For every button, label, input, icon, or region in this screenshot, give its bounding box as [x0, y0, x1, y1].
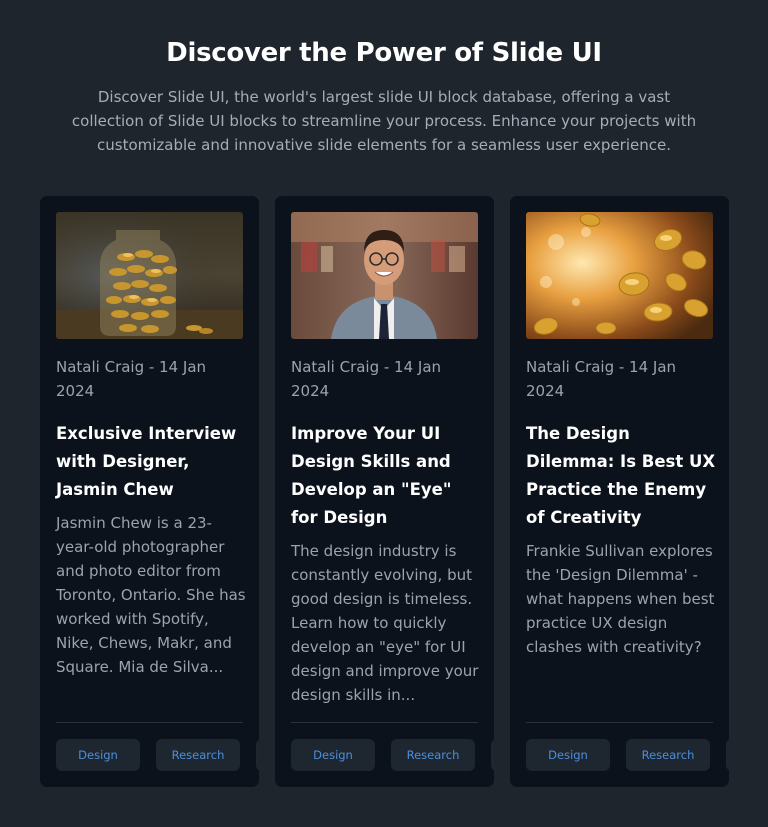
tag-overflow[interactable] [256, 739, 259, 771]
tag-overflow[interactable] [491, 739, 494, 771]
card-excerpt: Jasmin Chew is a 23-year-old photographe… [56, 514, 246, 676]
card-meta: Natali Craig - 14 Jan 2024 [291, 358, 442, 400]
card-meta: Natali Craig - 14 Jan 2024 [526, 358, 677, 400]
card-image-smiling-man [291, 212, 478, 339]
tag-design[interactable]: Design [291, 739, 375, 771]
card-image-coin-jar [56, 212, 243, 339]
blog-card-1[interactable]: Natali Craig - 14 Jan 2024 Exclusive Int… [40, 196, 259, 787]
tag-research[interactable]: Research [626, 739, 710, 771]
card-title[interactable]: Exclusive Interview with Designer, Jasmi… [56, 420, 246, 504]
blog-section: Discover the Power of Slide UI Discover … [0, 0, 768, 827]
card-divider [526, 722, 713, 723]
card-excerpt: The design industry is constantly evolvi… [291, 542, 479, 704]
tag-design[interactable]: Design [526, 739, 610, 771]
card-divider [56, 722, 243, 723]
tag-design[interactable]: Design [56, 739, 140, 771]
card-divider [291, 722, 478, 723]
card-meta: Natali Craig - 14 Jan 2024 [56, 358, 207, 400]
blog-card-3[interactable]: Natali Craig - 14 Jan 2024 The Design Di… [510, 196, 729, 787]
section-intro: Discover Slide UI, the world's largest s… [71, 88, 697, 154]
tag-research[interactable]: Research [391, 739, 475, 771]
card-title[interactable]: Improve Your UI Design Skills and Develo… [291, 420, 481, 532]
section-heading: Discover the Power of Slide UI [166, 38, 602, 68]
blog-card-2[interactable]: Natali Craig - 14 Jan 2024 Improve Your … [275, 196, 494, 787]
card-image-falling-coins [526, 212, 713, 339]
tag-overflow[interactable] [726, 739, 729, 771]
card-excerpt: Frankie Sullivan explores the 'Design Di… [526, 542, 715, 656]
card-title[interactable]: The Design Dilemma: Is Best UX Practice … [526, 420, 716, 532]
tag-research[interactable]: Research [156, 739, 240, 771]
